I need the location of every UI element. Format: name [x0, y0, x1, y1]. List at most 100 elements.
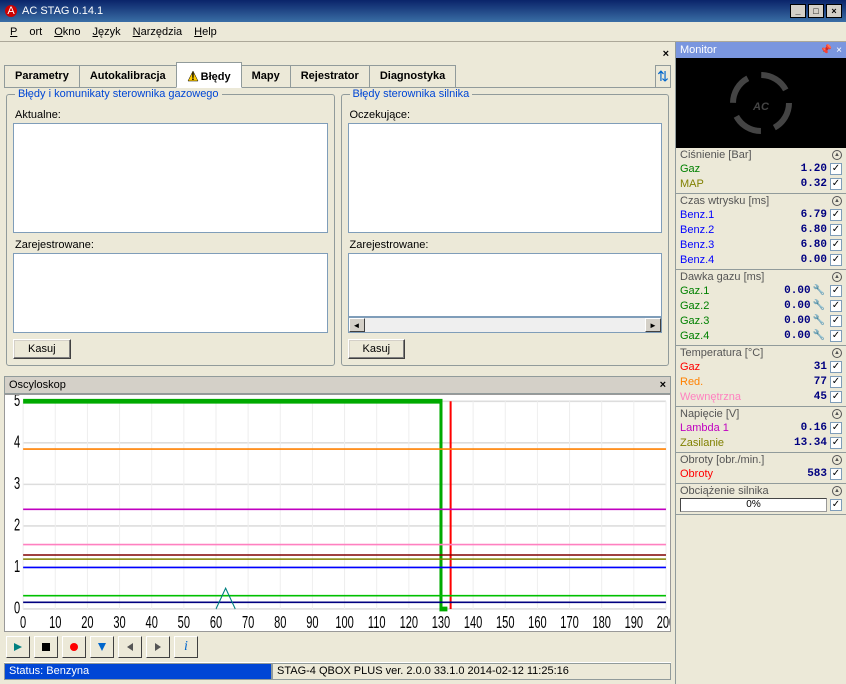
chk[interactable]: ✓ [830, 330, 842, 342]
svg-text:190: 190 [625, 614, 643, 631]
monitor-close-icon[interactable]: × [836, 45, 842, 56]
chk[interactable]: ✓ [830, 437, 842, 449]
svg-text:1: 1 [14, 558, 20, 577]
minimize-button[interactable]: _ [790, 4, 806, 18]
record-button[interactable] [62, 636, 86, 658]
collapse-icon[interactable]: ▲ [832, 486, 842, 496]
section-temp: Temperatura [°C] [680, 347, 763, 359]
chk[interactable]: ✓ [830, 315, 842, 327]
pin-icon[interactable]: 📌 [820, 45, 832, 56]
svg-text:110: 110 [368, 614, 386, 631]
collapse-icon[interactable]: ▲ [832, 348, 842, 358]
menu-help[interactable]: Help [188, 24, 223, 40]
maximize-button[interactable]: □ [808, 4, 824, 18]
chk[interactable]: ✓ [830, 163, 842, 175]
label-zarejestrowane-2: Zarejestrowane: [350, 239, 661, 251]
chk[interactable]: ✓ [830, 239, 842, 251]
chk[interactable]: ✓ [830, 391, 842, 403]
svg-text:200: 200 [657, 614, 670, 631]
brand-logo: AC [676, 58, 846, 148]
svg-text:A: A [7, 5, 15, 17]
collapse-icon[interactable]: ▲ [832, 272, 842, 282]
load-progress: 0% [680, 498, 827, 512]
svg-text:140: 140 [464, 614, 482, 631]
section-obciazenie: Obciążenie silnika [680, 485, 769, 497]
svg-text:2: 2 [14, 516, 20, 535]
gas-registered-list[interactable] [13, 253, 328, 333]
section-napiecie: Napięcie [V] [680, 408, 739, 420]
collapse-icon[interactable]: ▲ [832, 409, 842, 419]
tab-rejestrator[interactable]: Rejestrator [290, 65, 370, 87]
gas-errors-group: Błędy i komunikaty sterownika gazowego A… [6, 94, 335, 366]
oscilloscope-chart[interactable]: 0123450102030405060708090100110120130140… [4, 394, 671, 632]
svg-text:50: 50 [178, 614, 190, 631]
svg-text:150: 150 [496, 614, 514, 631]
panel-close-icon[interactable]: × [663, 48, 669, 60]
osc-close-icon[interactable]: × [660, 379, 666, 391]
svg-text:20: 20 [81, 614, 93, 631]
chk[interactable]: ✓ [830, 361, 842, 373]
wrench-icon[interactable]: 🔧 [813, 315, 825, 326]
svg-text:170: 170 [560, 614, 578, 631]
close-button[interactable]: × [826, 4, 842, 18]
gas-current-list[interactable] [13, 123, 328, 233]
svg-text:100: 100 [335, 614, 353, 631]
svg-text:120: 120 [400, 614, 418, 631]
chk[interactable]: ✓ [830, 178, 842, 190]
tab-diagnostyka[interactable]: Diagnostyka [369, 65, 456, 87]
chk[interactable]: ✓ [830, 376, 842, 388]
chk[interactable]: ✓ [830, 499, 842, 511]
menu-jezyk[interactable]: Język [87, 24, 127, 40]
svg-text:AC: AC [752, 101, 770, 113]
prev-button[interactable] [118, 636, 142, 658]
next-button[interactable] [146, 636, 170, 658]
wrench-icon[interactable]: 🔧 [813, 330, 825, 341]
svg-text:30: 30 [113, 614, 125, 631]
menu-narzedzia[interactable]: Narzędzia [127, 24, 189, 40]
tab-autokalibracja[interactable]: Autokalibracja [79, 65, 177, 87]
wrench-icon[interactable]: 🔧 [813, 285, 825, 296]
tab-parametry[interactable]: Parametry [4, 65, 80, 87]
play-button[interactable] [6, 636, 30, 658]
engine-pending-list[interactable] [348, 123, 663, 233]
collapse-icon[interactable]: ▲ [832, 196, 842, 206]
app-icon: A [4, 4, 18, 18]
svg-text:0: 0 [20, 614, 26, 631]
svg-text:10: 10 [49, 614, 61, 631]
link-icon[interactable]: ⇅ [655, 65, 671, 87]
chk[interactable]: ✓ [830, 300, 842, 312]
chk[interactable]: ✓ [830, 285, 842, 297]
section-czas: Czas wtrysku [ms] [680, 195, 769, 207]
osc-title: Oscyloskop× [4, 376, 671, 394]
monitor-title: Monitor 📌 × [676, 42, 846, 58]
svg-text:80: 80 [274, 614, 286, 631]
section-obroty: Obroty [obr./min.] [680, 454, 764, 466]
engine-errors-group: Błędy sterownika silnika Oczekujące: Zar… [341, 94, 670, 366]
menu-port[interactable]: Port [4, 24, 48, 40]
chk[interactable]: ✓ [830, 209, 842, 221]
engine-scroll[interactable]: ◄► [348, 317, 663, 333]
tab-bledy[interactable]: !Błędy [176, 62, 242, 88]
tab-mapy[interactable]: Mapy [241, 65, 291, 87]
chk[interactable]: ✓ [830, 468, 842, 480]
menu-okno[interactable]: Okno [48, 24, 86, 40]
svg-text:4: 4 [14, 433, 20, 452]
label-oczekujace: Oczekujące: [350, 109, 661, 121]
chk[interactable]: ✓ [830, 254, 842, 266]
stop-button[interactable] [34, 636, 58, 658]
chk[interactable]: ✓ [830, 422, 842, 434]
collapse-icon[interactable]: ▲ [832, 150, 842, 160]
collapse-icon[interactable]: ▲ [832, 455, 842, 465]
engine-registered-list[interactable] [348, 253, 663, 317]
svg-text:180: 180 [592, 614, 610, 631]
marker-button[interactable] [90, 636, 114, 658]
wrench-icon[interactable]: 🔧 [813, 300, 825, 311]
gas-clear-button[interactable]: Kasuj [13, 339, 71, 359]
menubar: Port Okno Język Narzędzia Help [0, 22, 846, 42]
section-cisnienie: Ciśnienie [Bar] [680, 149, 752, 161]
chk[interactable]: ✓ [830, 224, 842, 236]
status-left: Status: Benzyna [4, 663, 272, 680]
engine-clear-button[interactable]: Kasuj [348, 339, 406, 359]
info-button[interactable]: i [174, 636, 198, 658]
label-zarejestrowane: Zarejestrowane: [15, 239, 326, 251]
